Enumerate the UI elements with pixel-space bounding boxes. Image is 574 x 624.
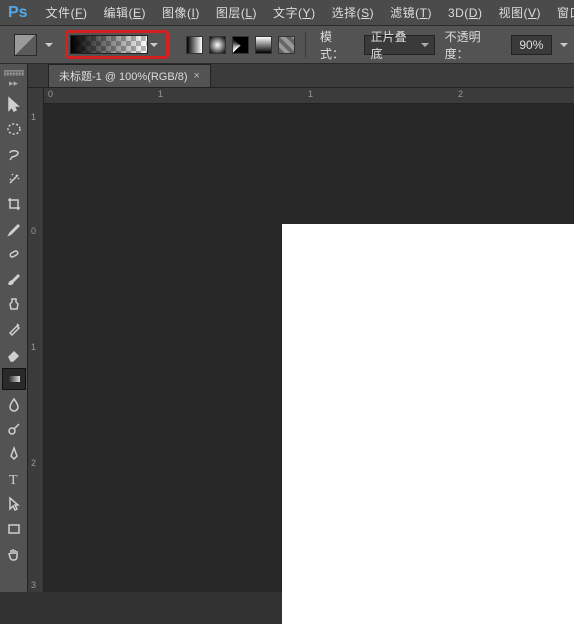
menu-type[interactable]: 文字(Y)	[265, 0, 324, 26]
opacity-label: 不透明度：	[445, 28, 501, 62]
menu-select[interactable]: 选择(S)	[324, 0, 383, 26]
shape-tool[interactable]	[2, 518, 26, 540]
blur-tool[interactable]	[2, 393, 26, 415]
menubar: Ps 文件(F) 编辑(E) 图像(I) 图层(L) 文字(Y) 选择(S) 滤…	[0, 0, 574, 26]
clone-tool[interactable]	[2, 293, 26, 315]
gradient-picker-highlight	[65, 30, 169, 59]
type-tool[interactable]: T	[2, 468, 26, 490]
dodge-tool[interactable]	[2, 418, 26, 440]
ruler-origin[interactable]	[28, 88, 44, 104]
healing-tool[interactable]	[2, 243, 26, 265]
blend-mode-select[interactable]: 正片叠底	[364, 35, 435, 55]
chevron-down-icon[interactable]	[560, 43, 568, 47]
svg-text:T: T	[9, 473, 18, 487]
lasso-tool[interactable]	[2, 143, 26, 165]
menu-window[interactable]: 窗口(W	[549, 0, 574, 26]
chevron-down-icon[interactable]	[45, 43, 53, 47]
ruler-tick: 1	[158, 89, 163, 99]
history-brush-tool[interactable]	[2, 318, 26, 340]
ruler-tick: 1	[31, 342, 36, 352]
opacity-input[interactable]: 90%	[511, 35, 552, 55]
ruler-vertical[interactable]: 1 0 1 2 3	[28, 104, 44, 592]
reflected-gradient-button[interactable]	[255, 36, 272, 54]
ruler-tick: 0	[48, 89, 53, 99]
ruler-tick: 1	[31, 112, 36, 122]
ruler-tick: 3	[31, 580, 36, 590]
marquee-tool[interactable]	[2, 118, 26, 140]
ruler-tick: 0	[31, 226, 36, 236]
divider	[305, 32, 306, 58]
eraser-tool[interactable]	[2, 343, 26, 365]
menu-filter[interactable]: 滤镜(T)	[382, 0, 440, 26]
diamond-gradient-button[interactable]	[278, 36, 295, 54]
eyedropper-tool[interactable]	[2, 218, 26, 240]
magic-wand-tool[interactable]	[2, 168, 26, 190]
gradient-tool[interactable]	[2, 368, 26, 390]
document-canvas[interactable]	[282, 224, 574, 624]
document-tab[interactable]: 未标题-1 @ 100%(RGB/8) ×	[48, 64, 211, 87]
pen-tool[interactable]	[2, 443, 26, 465]
menu-view[interactable]: 视图(V)	[490, 0, 549, 26]
ruler-tick: 2	[31, 458, 36, 468]
canvas-area[interactable]	[44, 104, 574, 592]
menu-layer[interactable]: 图层(L)	[208, 0, 265, 26]
angle-gradient-button[interactable]	[232, 36, 249, 54]
document-tabs: 未标题-1 @ 100%(RGB/8) ×	[0, 64, 574, 88]
expand-icon[interactable]: ▸▸	[9, 78, 18, 89]
hand-tool[interactable]	[2, 543, 26, 565]
close-icon[interactable]: ×	[194, 70, 200, 82]
radial-gradient-button[interactable]	[209, 36, 226, 54]
crop-tool[interactable]	[2, 193, 26, 215]
move-tool[interactable]	[2, 93, 26, 115]
ps-logo-icon: Ps	[2, 4, 38, 22]
gradient-swatch-button[interactable]	[70, 35, 148, 54]
tab-title: 未标题-1 @ 100%(RGB/8)	[59, 68, 188, 84]
options-bar: 模式： 正片叠底 不透明度： 90%	[0, 26, 574, 64]
ruler-horizontal[interactable]: 0 1 1 2	[28, 88, 574, 104]
menu-edit[interactable]: 编辑(E)	[95, 0, 154, 26]
chevron-down-icon[interactable]	[150, 43, 158, 47]
menu-file[interactable]: 文件(F)	[38, 0, 96, 26]
tool-preset-icon[interactable]	[14, 34, 37, 56]
path-select-tool[interactable]	[2, 493, 26, 515]
menu-3d[interactable]: 3D(D)	[440, 1, 491, 25]
toolbox: ▸▸ T	[0, 64, 28, 592]
grip-icon[interactable]	[4, 70, 24, 76]
ruler-tick: 2	[458, 89, 463, 99]
menu-image[interactable]: 图像(I)	[154, 0, 208, 26]
linear-gradient-button[interactable]	[186, 36, 203, 54]
mode-label: 模式：	[320, 28, 354, 62]
brush-tool[interactable]	[2, 268, 26, 290]
ruler-tick: 1	[308, 89, 313, 99]
